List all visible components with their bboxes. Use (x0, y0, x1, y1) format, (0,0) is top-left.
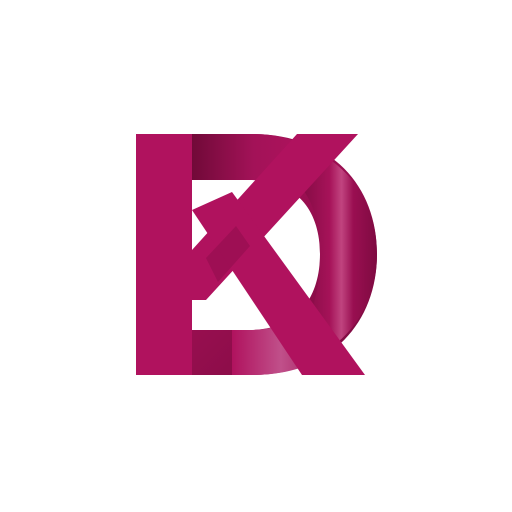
app-icon-canvas (0, 0, 512, 512)
dk-monogram-logo (136, 134, 377, 375)
letter-k-stem (136, 134, 192, 375)
